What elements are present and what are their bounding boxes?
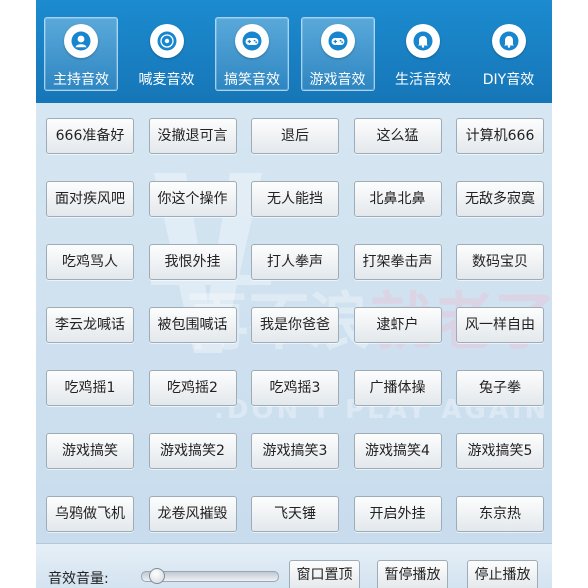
sound-button[interactable]: 面对疾风吧 — [46, 181, 134, 217]
person-icon — [64, 24, 98, 58]
sound-button[interactable]: 逮虾户 — [353, 307, 442, 343]
category-tab-bar: 主持音效 喊麦音效 搞笑音效 游戏音效 生活音效 DIY音效 — [36, 0, 552, 103]
sound-button[interactable]: 北鼻北鼻 — [353, 181, 442, 217]
sound-button-grid: 再不 浪 就老了! .DON'T PLAY AGAIN. 666准备好没撤退可言… — [36, 103, 552, 543]
tab-shout-sounds[interactable]: 喊麦音效 — [130, 17, 204, 91]
tab-life-sounds[interactable]: 生活音效 — [386, 17, 460, 91]
sound-button[interactable]: 你这个操作 — [148, 181, 237, 217]
stop-playback-button[interactable]: 停止播放 — [467, 560, 538, 588]
sound-button[interactable]: 吃鸡摇2 — [148, 370, 237, 406]
sound-button[interactable]: 没撤退可言 — [148, 118, 237, 154]
sound-button[interactable]: 东京热 — [456, 496, 544, 532]
sound-effects-window: 主持音效 喊麦音效 搞笑音效 游戏音效 生活音效 DIY音效 再不 浪 就老了! .DON… — [36, 0, 552, 588]
sound-button[interactable]: 我恨外挂 — [148, 244, 237, 280]
tab-label: 主持音效 — [53, 72, 109, 88]
playback-control-bar: 音效音量: 窗口置顶 暂停播放 停止播放 — [36, 543, 552, 588]
sound-button[interactable]: 666准备好 — [46, 118, 134, 154]
sound-button[interactable]: 计算机666 — [456, 118, 544, 154]
pause-playback-button[interactable]: 暂停播放 — [377, 560, 448, 588]
sound-button[interactable]: 吃鸡摇1 — [46, 370, 134, 406]
bell-icon — [406, 24, 440, 58]
sound-button[interactable]: 打人拳声 — [251, 244, 339, 280]
sound-button[interactable]: 我是你爸爸 — [251, 307, 339, 343]
sound-button[interactable]: 广播体操 — [353, 370, 442, 406]
vinyl-disc-icon — [149, 24, 184, 58]
tab-funny-sounds[interactable]: 搞笑音效 — [215, 17, 289, 91]
tab-diy-sounds[interactable]: DIY音效 — [472, 17, 546, 91]
sound-button[interactable]: 无敌多寂寞 — [456, 181, 544, 217]
sound-button[interactable]: 开启外挂 — [353, 496, 442, 532]
sound-button[interactable]: 被包围喊话 — [148, 307, 237, 343]
tab-label: 游戏音效 — [309, 72, 366, 88]
sound-button[interactable]: 兔子拳 — [456, 370, 544, 406]
sound-button[interactable]: 这么猛 — [353, 118, 442, 154]
sound-button[interactable]: 退后 — [251, 118, 339, 154]
sound-button[interactable]: 吃鸡摇3 — [251, 370, 339, 406]
tab-host-sounds[interactable]: 主持音效 — [44, 17, 118, 91]
sound-button[interactable]: 风一样自由 — [456, 307, 544, 343]
sound-button[interactable]: 吃鸡骂人 — [46, 244, 134, 280]
sound-button[interactable]: 游戏搞笑 — [46, 433, 134, 469]
tab-label: DIY音效 — [482, 72, 535, 88]
gamepad-icon — [320, 24, 355, 58]
sound-button[interactable]: 飞天锤 — [251, 496, 339, 532]
tab-label: 生活音效 — [395, 72, 451, 88]
tab-label: 喊麦音效 — [138, 72, 195, 88]
sound-button[interactable]: 打架拳击声 — [353, 244, 442, 280]
sound-button[interactable]: 数码宝贝 — [456, 244, 544, 280]
sound-button[interactable]: 李云龙喊话 — [46, 307, 134, 343]
sound-button[interactable]: 游戏搞笑4 — [353, 433, 442, 469]
window-pin-top-button[interactable]: 窗口置顶 — [289, 560, 360, 588]
tab-label: 搞笑音效 — [224, 72, 280, 88]
bell-icon — [491, 24, 526, 58]
sound-button[interactable]: 游戏搞笑3 — [251, 433, 339, 469]
sound-button[interactable]: 游戏搞笑2 — [148, 433, 237, 469]
gamepad-icon — [235, 24, 269, 58]
sound-button[interactable]: 乌鸦做飞机 — [46, 496, 134, 532]
sound-button[interactable]: 无人能挡 — [251, 181, 339, 217]
tab-game-sounds[interactable]: 游戏音效 — [300, 17, 375, 91]
volume-label: 音效音量: — [48, 571, 109, 587]
sound-button[interactable]: 龙卷风摧毁 — [148, 496, 237, 532]
sound-button[interactable]: 游戏搞笑5 — [456, 433, 544, 469]
volume-slider-knob[interactable] — [149, 568, 166, 584]
